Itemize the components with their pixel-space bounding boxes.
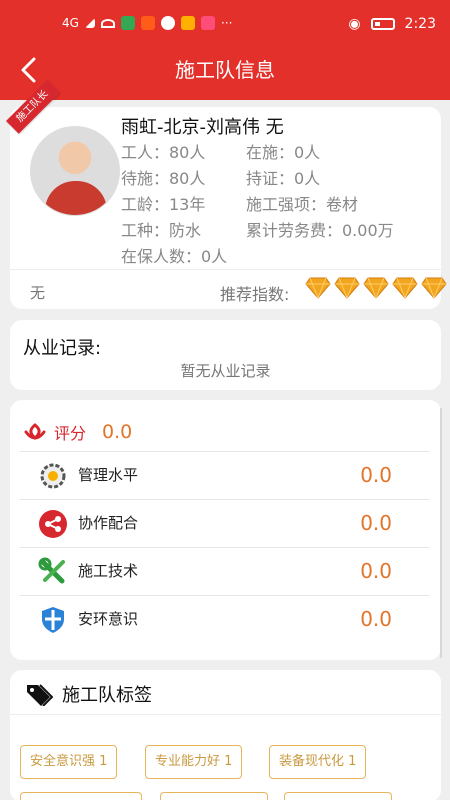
- tags-divider: [10, 714, 441, 715]
- cooperation-score: 0.0: [360, 511, 392, 535]
- safety-label: 安环意识: [78, 610, 139, 628]
- diamond-icon: [363, 277, 389, 300]
- tag-safety-awareness[interactable]: 安全意识强 1: [20, 745, 118, 779]
- certified-count: 持证：0人: [246, 169, 321, 188]
- trade: 工种：防水: [121, 221, 202, 240]
- technique-label: 施工技术: [78, 562, 139, 580]
- partial-tag[interactable]: [160, 792, 268, 800]
- clock: 2:23: [404, 16, 436, 32]
- card-divider: [10, 269, 441, 270]
- score-summary: 评分 0.0: [24, 420, 132, 444]
- safety-score-row: 安环意识 0.0: [20, 595, 430, 643]
- battery-icon: [370, 18, 395, 30]
- row-divider: [20, 499, 430, 500]
- technique-score: 0.0: [360, 559, 392, 583]
- employment-record-card: 从业记录: 暂无从业记录: [10, 320, 441, 390]
- pink-app-icon: [200, 16, 215, 30]
- tag-modern-equipment[interactable]: 装备现代化 1: [269, 745, 367, 779]
- management-score: 0.0: [360, 463, 392, 487]
- wifi-icon: [100, 18, 115, 28]
- tag-icon: [27, 684, 53, 706]
- app-header: 4G ··· ◉ 2:23 施工队信息: [0, 0, 450, 100]
- safety-score: 0.0: [360, 607, 392, 631]
- in-construction-count: 在施：0人: [246, 143, 321, 162]
- diamond-icon: [392, 277, 418, 300]
- diamond-icon: [421, 277, 447, 300]
- signal-icon: [84, 18, 95, 28]
- specialty: 施工强项：卷材: [246, 195, 359, 214]
- orange-app-icon: [180, 16, 195, 30]
- total-score: 0.0: [102, 421, 133, 443]
- row-divider: [20, 547, 430, 548]
- gear-icon: [40, 463, 66, 489]
- team-leader-avatar: [30, 126, 120, 216]
- shield-icon: [42, 607, 64, 633]
- score-icon: [24, 423, 46, 440]
- status-right-icons: ◉ 2:23: [348, 16, 436, 32]
- network-type: 4G: [62, 16, 79, 30]
- scrollbar[interactable]: [440, 408, 442, 658]
- tag-professional-ability[interactable]: 专业能力好 1: [145, 745, 243, 779]
- recommend-rating: [305, 276, 447, 300]
- tools-icon: [38, 557, 65, 584]
- diamond-icon: [305, 277, 331, 300]
- more-notifications: ···: [220, 16, 233, 30]
- score-label: 评分: [54, 424, 87, 443]
- shopping-app-icon: [140, 16, 155, 30]
- management-score-row: 管理水平 0.0: [20, 451, 430, 499]
- seniority: 工龄：13年: [121, 195, 206, 214]
- record-title: 从业记录:: [23, 338, 102, 359]
- management-label: 管理水平: [78, 466, 139, 484]
- status-bar: 4G ··· ◉ 2:23: [0, 0, 450, 50]
- row-divider: [20, 595, 430, 596]
- tags-title: 施工队标签: [62, 685, 152, 706]
- shield-app-icon: [160, 16, 175, 30]
- insured-count: 在保人数：0人: [121, 247, 228, 266]
- waiting-count: 待施：80人: [121, 169, 206, 188]
- team-info-card: 施工队长 雨虹-北京-刘高伟 无 工人：80人 在施：0人 待施：80人 持证：…: [6, 79, 447, 309]
- partial-tag[interactable]: [20, 792, 142, 800]
- recommend-label: 推荐指数:: [220, 285, 290, 304]
- page-title: 施工队信息: [175, 58, 275, 82]
- team-name: 雨虹-北京-刘高伟 无: [121, 117, 284, 138]
- workers-count: 工人：80人: [121, 143, 206, 162]
- cooperation-label: 协作配合: [78, 514, 139, 532]
- row-divider: [20, 451, 430, 452]
- total-fee: 累计劳务费：0.00万: [246, 221, 394, 240]
- eye-icon: ◉: [348, 16, 361, 32]
- share-icon: [39, 510, 67, 538]
- play-app-icon: [120, 16, 135, 30]
- status-left-icons: 4G ···: [62, 16, 232, 30]
- partial-tag[interactable]: [284, 792, 392, 800]
- record-empty-text: 暂无从业记录: [180, 362, 271, 380]
- technique-score-row: 施工技术 0.0: [20, 547, 430, 595]
- cooperation-score-row: 协作配合 0.0: [20, 499, 430, 547]
- diamond-icon: [334, 277, 360, 300]
- score-card: 评分 0.0 管理水平 0.0 协作配合 0.0 施工技术 0.0 安环意识 0…: [10, 400, 441, 660]
- team-remark: 无: [30, 284, 46, 302]
- team-tags-card: 施工队标签 安全意识强 1 专业能力好 1 装备现代化 1: [10, 670, 441, 800]
